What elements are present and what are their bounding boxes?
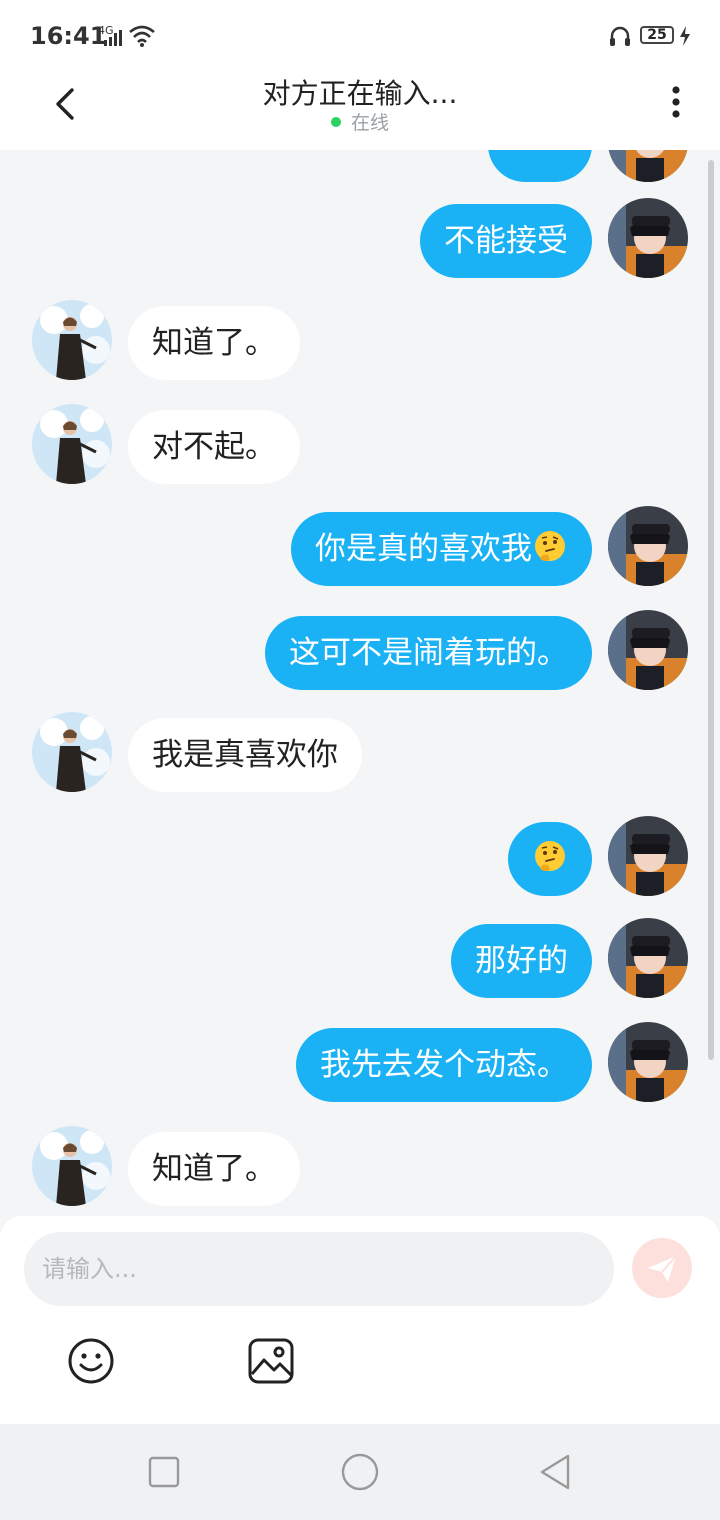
back-icon[interactable] (536, 1452, 576, 1492)
message-row: 不能接受 (0, 198, 720, 282)
message-row: 那好的 (0, 918, 720, 1002)
message-text: 知道了。 (152, 1151, 276, 1187)
message-bubble[interactable] (508, 822, 592, 896)
battery-indicator: 25 (640, 26, 674, 44)
message-text: 这可不是闹着玩的。 (289, 635, 568, 671)
message-bubble[interactable]: 知道了。 (128, 306, 300, 380)
online-status-label: 在线 (350, 112, 389, 134)
home-icon[interactable] (340, 1452, 380, 1492)
online-status: 在线 (0, 108, 720, 135)
message-text: 对不起。 (152, 429, 276, 465)
message-row: 对不起。 (0, 404, 720, 488)
signal-icon (104, 30, 122, 46)
message-text: 那好的 (475, 943, 568, 979)
message-bubble[interactable]: 那好的 (451, 924, 592, 998)
more-options-icon[interactable] (660, 80, 692, 124)
message-text: 我先去发个动态。 (320, 1047, 568, 1083)
contact-avatar[interactable] (32, 300, 112, 380)
page-title: 对方正在输入... (262, 77, 458, 110)
message-bubble[interactable]: 你是真的喜欢我 (291, 512, 592, 586)
online-dot (330, 117, 341, 127)
my-avatar[interactable] (608, 1022, 688, 1102)
message-row: 知道了。 (0, 1126, 720, 1210)
thinking-face-icon (535, 531, 565, 561)
message-row: 知道了。 (0, 300, 720, 384)
my-avatar[interactable] (608, 150, 688, 182)
message-row (0, 150, 720, 186)
message-row: 我先去发个动态。 (0, 1022, 720, 1106)
my-avatar[interactable] (608, 198, 688, 278)
message-input[interactable] (24, 1232, 614, 1306)
message-bubble[interactable]: 不能接受 (420, 204, 592, 278)
send-button[interactable] (632, 1238, 692, 1298)
recent-apps-icon[interactable] (144, 1452, 184, 1492)
message-row: 你是真的喜欢我 (0, 506, 720, 590)
message-bubble[interactable] (488, 150, 592, 182)
my-avatar[interactable] (608, 506, 688, 586)
message-row (0, 816, 720, 900)
message-bubble[interactable]: 我先去发个动态。 (296, 1028, 592, 1102)
message-bubble[interactable]: 我是真喜欢你 (128, 718, 362, 792)
status-bar: 16:41 4G 25 (0, 0, 720, 72)
contact-avatar[interactable] (32, 404, 112, 484)
contact-avatar[interactable] (32, 1126, 112, 1206)
status-time: 16:41 (30, 22, 107, 50)
chat-header: 对方正在输入... 在线 (0, 72, 720, 150)
message-text: 你是真的喜欢我 (315, 531, 532, 567)
message-row: 我是真喜欢你 (0, 712, 720, 796)
smiley-icon[interactable] (66, 1336, 116, 1386)
wifi-icon (129, 25, 155, 47)
image-icon[interactable] (246, 1336, 296, 1386)
message-bubble[interactable]: 知道了。 (128, 1132, 300, 1206)
scrollbar[interactable] (708, 160, 714, 1060)
message-text: 不能接受 (444, 223, 568, 259)
composer (0, 1216, 720, 1424)
thinking-face-icon (535, 841, 565, 871)
my-avatar[interactable] (608, 816, 688, 896)
message-row: 这可不是闹着玩的。 (0, 610, 720, 694)
charging-icon (680, 26, 690, 46)
my-avatar[interactable] (608, 918, 688, 998)
message-text: 知道了。 (152, 325, 276, 361)
system-nav-bar (0, 1424, 720, 1520)
message-bubble[interactable]: 对不起。 (128, 410, 300, 484)
contact-avatar[interactable] (32, 712, 112, 792)
my-avatar[interactable] (608, 610, 688, 690)
message-bubble[interactable]: 这可不是闹着玩的。 (265, 616, 592, 690)
message-text: 我是真喜欢你 (152, 737, 338, 773)
message-list[interactable]: 不能接受 知道了。 对不起。 你是真的喜欢我 这可不是闹着玩的。 我是真喜欢你 那好的 我先去… (0, 150, 720, 1216)
headphones-icon (610, 26, 630, 46)
